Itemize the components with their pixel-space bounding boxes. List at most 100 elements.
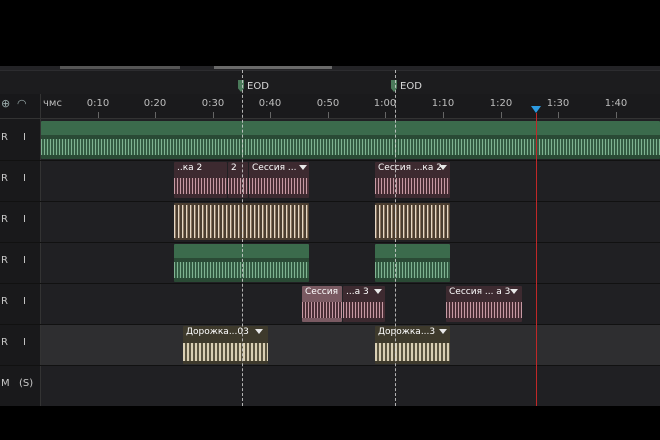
tick-label: 0:20	[143, 98, 167, 109]
clip-title: Дорожка...03	[186, 327, 249, 337]
record-arm-button[interactable]: R	[1, 296, 8, 307]
ruler-tick	[98, 112, 99, 118]
tick-label: 1:20	[489, 98, 513, 109]
scroll-thumb-selected[interactable]	[214, 66, 332, 69]
waveform	[302, 302, 342, 318]
input-monitor-button[interactable]: I	[23, 296, 26, 307]
tick-label: 1:00	[373, 98, 397, 109]
record-arm-button[interactable]: R	[1, 214, 8, 225]
clip-menu-icon[interactable]	[439, 165, 447, 170]
track-6-selected: R I Дорожка...03 Дорожка...3	[0, 325, 660, 366]
waveform	[183, 343, 268, 361]
clip-title: Сессия ... а 3	[449, 287, 511, 297]
input-monitor-button[interactable]: I	[23, 132, 26, 143]
playhead-handle[interactable]	[531, 106, 541, 113]
audio-clip-selected[interactable]: Сессия	[302, 286, 342, 322]
clip-title: ..ка 2	[177, 163, 203, 173]
audio-clip[interactable]	[375, 203, 450, 240]
track-3: R I	[0, 202, 660, 243]
clip-title: Chopis - beats 48000 1	[44, 122, 149, 132]
clip-menu-icon[interactable]	[439, 248, 447, 253]
input-monitor-button[interactable]: I	[23, 173, 26, 184]
audio-clip[interactable]: Сессия ...ка 2	[375, 162, 450, 198]
clip-menu-icon[interactable]	[255, 329, 263, 334]
record-arm-button[interactable]: R	[1, 132, 8, 143]
audio-clip[interactable]: ...а 3	[343, 286, 385, 322]
input-monitor-button[interactable]: I	[23, 255, 26, 266]
marker-flag-icon	[391, 80, 397, 92]
clip-title: Сессия ...ка 2	[378, 245, 442, 255]
audio-clip[interactable]: Сессия ... а 3	[446, 286, 522, 322]
waveform	[228, 178, 248, 194]
track-5: R I Сессия ...а 3 Сессия ... а 3	[0, 284, 660, 325]
marker-label: EOD	[400, 80, 422, 92]
time-format-label: чмс	[43, 98, 62, 109]
waveform	[343, 302, 385, 318]
clip-title: Сессия ...ка 2	[378, 163, 442, 173]
audio-clip[interactable]: Сессия ...	[249, 162, 309, 198]
track-header: R I	[0, 284, 41, 324]
clip-title: Сессия ...	[252, 163, 297, 173]
ruler-tick	[443, 112, 444, 118]
ruler-tick	[385, 112, 386, 118]
headphones-icon[interactable]: ◠	[17, 97, 27, 110]
clip-menu-icon[interactable]	[374, 289, 382, 294]
ruler-tick	[155, 112, 156, 118]
audio-clip[interactable]: Chopis - beats 48000 1 Гр	[41, 121, 660, 159]
tick-label: 1:40	[604, 98, 628, 109]
audio-clip[interactable]: 2	[228, 162, 248, 198]
ruler-tick	[328, 112, 329, 118]
track-4: R I Сессия ...вание_Дорожка 2 Сессия ...…	[0, 243, 660, 284]
input-monitor-button[interactable]: I	[23, 337, 26, 348]
audio-clip[interactable]: Сессия ...ка 2	[375, 244, 450, 282]
track-header: R I	[0, 119, 41, 160]
clip-menu-icon[interactable]	[439, 329, 447, 334]
waveform	[375, 178, 450, 194]
record-arm-button[interactable]: R	[1, 337, 8, 348]
scroll-thumb[interactable]	[60, 66, 180, 69]
ruler-header: ⊕ ◠	[0, 94, 41, 118]
waveform	[249, 178, 309, 194]
track-header: R I	[0, 202, 41, 242]
clip-menu-icon[interactable]	[299, 165, 307, 170]
solo-button[interactable]: (S)	[19, 378, 33, 389]
clip-title: Гр	[651, 122, 657, 132]
tick-label: 0:50	[316, 98, 340, 109]
waveform	[375, 262, 450, 278]
waveform	[41, 139, 660, 155]
clip-title: Дорожка...3	[378, 327, 436, 337]
track-header: R I	[0, 161, 41, 201]
marker-label: EOD	[247, 80, 269, 92]
clip-title: 2	[231, 163, 237, 173]
waveform	[446, 302, 522, 318]
track-header: R I	[0, 243, 41, 283]
time-ruler[interactable]: ⊕ ◠ чмс 0:10 0:20 0:30 0:40 0:50 1:00 1:…	[0, 94, 660, 119]
clip-menu-icon[interactable]	[510, 289, 518, 294]
eod-marker-line	[395, 70, 396, 406]
tick-label: 1:30	[546, 98, 570, 109]
waveform	[375, 205, 450, 238]
eod-marker-line	[242, 70, 243, 406]
tick-label: 0:10	[86, 98, 110, 109]
ruler-tick	[501, 112, 502, 118]
marker-bar: EOD EOD	[0, 70, 660, 95]
ruler-tick	[616, 112, 617, 118]
audio-clip[interactable]: ..ка 2	[174, 162, 227, 198]
ruler-tick	[270, 112, 271, 118]
audio-clip[interactable]: Дорожка...03	[183, 326, 268, 364]
waveform	[174, 178, 227, 194]
tick-label: 0:40	[258, 98, 282, 109]
input-monitor-button[interactable]: I	[23, 214, 26, 225]
clip-menu-icon[interactable]	[298, 248, 306, 253]
mute-button[interactable]: M	[1, 378, 10, 389]
top-dark-area	[0, 0, 660, 66]
bottom-dark-area	[0, 406, 660, 440]
audio-clip[interactable]: Дорожка...3	[375, 326, 450, 364]
tick-label: 1:10	[431, 98, 455, 109]
multitrack-editor: EOD EOD ⊕ ◠ чмс 0:10 0:20 0:30 0:40 0:50…	[0, 0, 660, 440]
tick-label: 0:30	[201, 98, 225, 109]
record-arm-button[interactable]: R	[1, 255, 8, 266]
record-arm-button[interactable]: R	[1, 173, 8, 184]
playhead-line[interactable]	[536, 113, 537, 406]
zoom-icon[interactable]: ⊕	[1, 97, 10, 110]
